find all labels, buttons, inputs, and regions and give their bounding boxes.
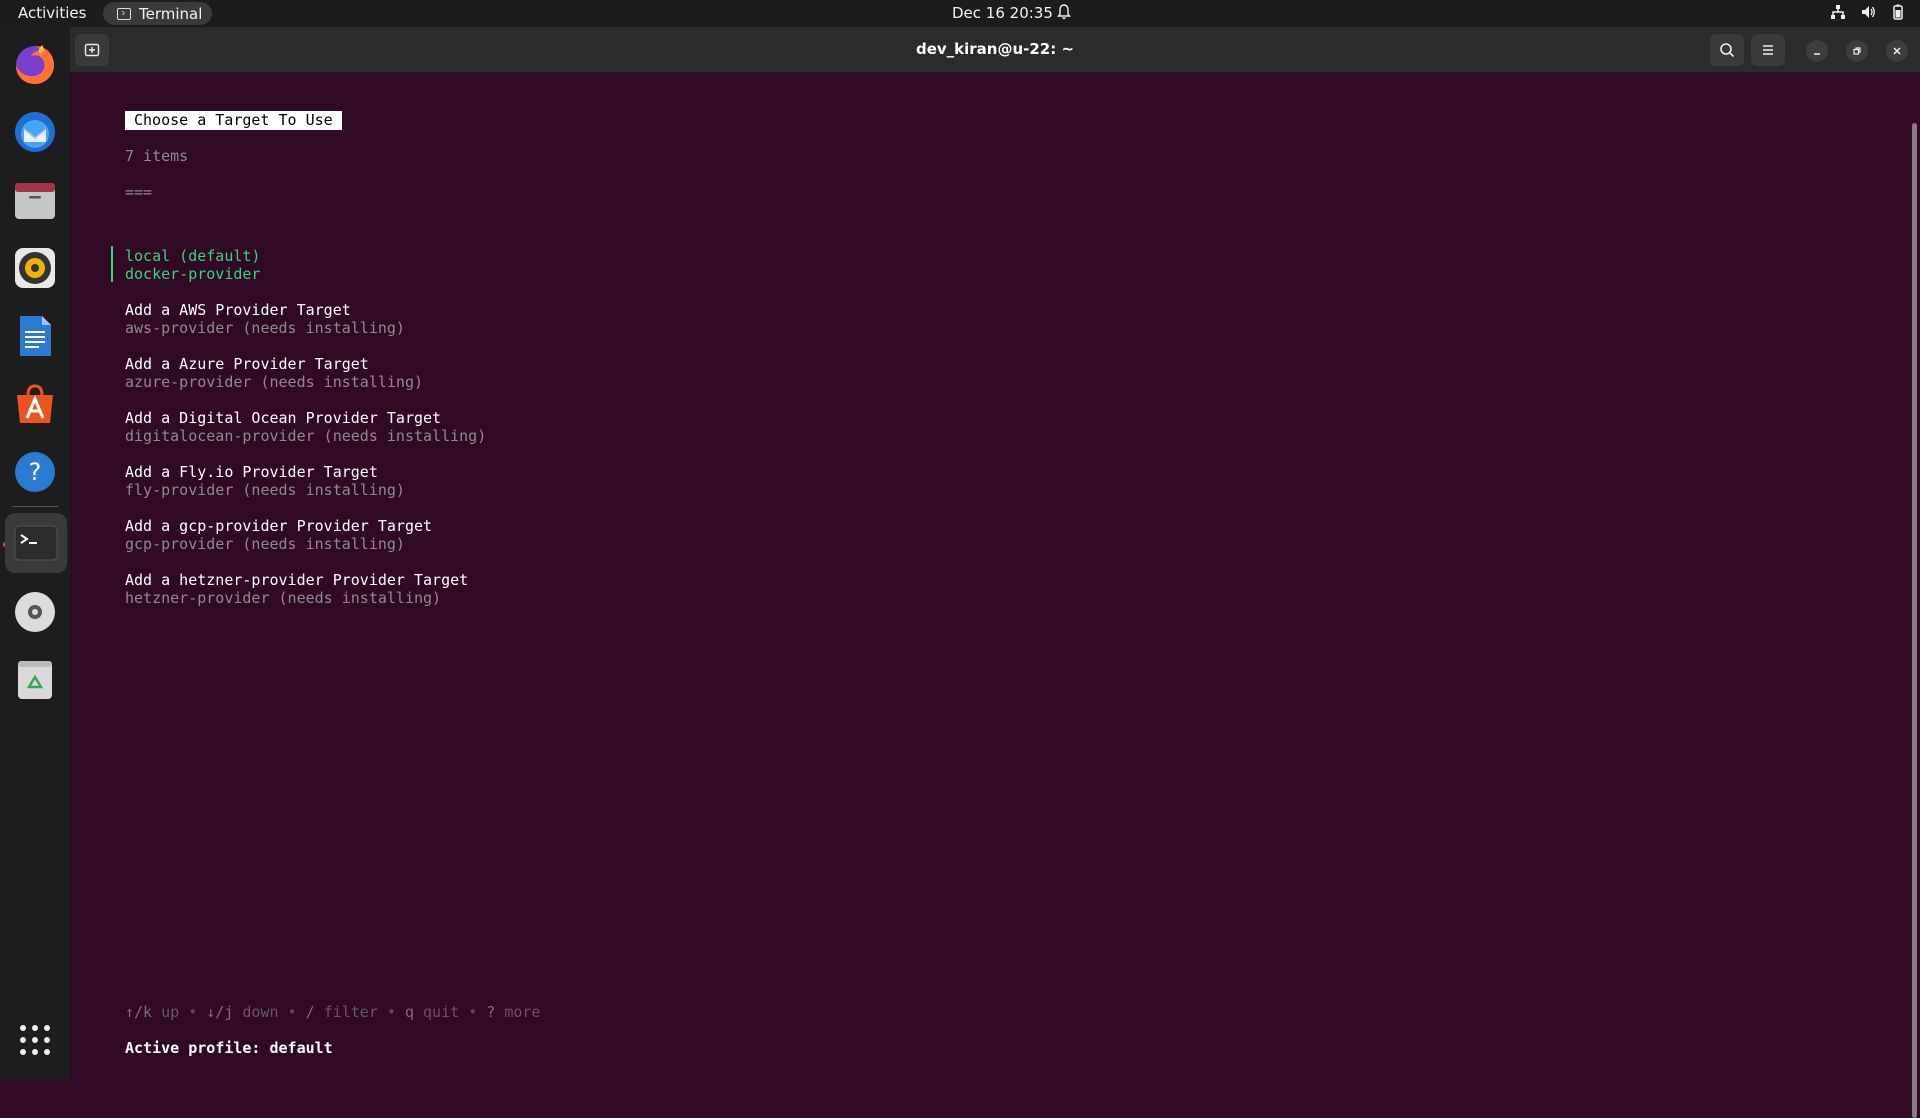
minimize-button[interactable] [1806,40,1828,62]
disc-icon [15,592,55,632]
firefox-icon [16,45,54,84]
activities-button[interactable]: Activities [18,4,86,22]
rhythmbox-icon [15,248,55,288]
terminal-content[interactable]: Choose a Target To Use 7 items === local… [70,73,1920,1118]
notification-bell-icon[interactable] [1057,4,1071,20]
list-title: Choose a Target To Use [125,111,342,130]
app-menu-button[interactable]: Terminal [103,2,212,25]
scrollbar[interactable] [1912,123,1917,1118]
battery-icon[interactable] [1890,4,1906,20]
libreoffice-writer-icon [20,316,51,356]
list-item-desc: docker-provider [125,265,261,283]
list-item-title: Add a hetzner-provider Provider Target [125,571,469,589]
search-button[interactable] [1710,34,1744,66]
dock-separator [12,506,58,507]
hamburger-menu-icon [1763,45,1773,55]
help-bullet: • [287,1003,297,1021]
selection-indicator [111,246,113,282]
thunderbird-launcher[interactable] [10,107,60,157]
active-profile: Active profile: default [125,1039,333,1057]
help-bar: ↑/k up • ↓/j down • / filter • q quit • … [125,1003,540,1021]
item-count: 7 items [125,147,189,165]
help-launcher[interactable]: ? [10,447,60,497]
restore-icon [1853,47,1861,55]
list-item-desc: fly-provider (needs installing) [125,481,405,499]
window-title: dev_kiran@u-22: ~ [915,40,1075,58]
help-up: up [161,1003,180,1021]
window-headerbar: dev_kiran@u-22: ~ [70,27,1920,73]
help-filter-key: / [305,1003,315,1021]
app-menu-label: Terminal [139,4,203,23]
list-item-desc: azure-provider (needs installing) [125,373,424,391]
thunderbird-icon [15,112,55,152]
search-icon [1720,43,1735,58]
close-icon [1893,47,1901,55]
minimize-icon [1814,53,1820,55]
list-item-desc: gcp-provider (needs installing) [125,535,405,553]
help-more-key: ? [486,1003,496,1021]
disc-launcher[interactable] [10,587,60,637]
close-button[interactable] [1886,40,1908,62]
list-item-desc: hetzner-provider (needs installing) [125,589,442,607]
help-quit-key: q [404,1003,414,1021]
app-center-launcher[interactable] [10,379,60,429]
network-icon[interactable] [1830,4,1846,20]
system-tray[interactable] [1830,4,1906,20]
list-item-desc: digitalocean-provider (needs installing) [125,427,487,445]
svg-text:?: ? [29,458,42,486]
help-bullet: • [188,1003,198,1021]
volume-icon[interactable] [1860,4,1876,20]
top-bar: Activities Terminal Dec 16 20:35 [0,0,1920,27]
list-item-title: Add a Digital Ocean Provider Target [125,409,442,427]
list-item-title: Add a AWS Provider Target [125,301,351,319]
clock[interactable]: Dec 16 20:35 [952,4,1053,22]
help-quit: quit [423,1003,460,1021]
terminal-small-icon [117,7,131,20]
help-more: more [504,1003,541,1021]
list-item-title: Add a Azure Provider Target [125,355,369,373]
help-bullet: • [386,1003,396,1021]
files-icon [15,183,55,219]
help-bullet: • [468,1003,478,1021]
help-filter: filter [323,1003,378,1021]
separator: === [125,183,153,201]
dock: ? [0,27,70,1080]
rhythmbox-launcher[interactable] [10,243,60,293]
show-apps-button[interactable] [10,1015,60,1065]
list-item-title: local (default) [125,247,261,265]
list-item-title: Add a gcp-provider Provider Target [125,517,433,535]
terminal-icon [14,525,58,561]
firefox-launcher[interactable] [10,39,60,89]
help-icon: ? [15,452,55,492]
files-launcher[interactable] [10,175,60,225]
menu-button[interactable] [1751,34,1785,66]
terminal-window: dev_kiran@u-22: ~ Choose a Target To Use… [70,27,1920,1118]
restore-button[interactable] [1846,40,1868,62]
trash-launcher[interactable] [10,655,60,705]
help-down: down [242,1003,279,1021]
help-up-key: ↑/k [125,1003,153,1021]
writer-launcher[interactable] [10,311,60,361]
help-down-key: ↓/j [206,1003,234,1021]
app-center-icon [17,384,53,423]
trash-icon [18,661,52,699]
list-item-desc: aws-provider (needs installing) [125,319,405,337]
app-grid-icon [20,1025,50,1055]
list-item-title: Add a Fly.io Provider Target [125,463,378,481]
terminal-launcher[interactable] [5,513,67,573]
